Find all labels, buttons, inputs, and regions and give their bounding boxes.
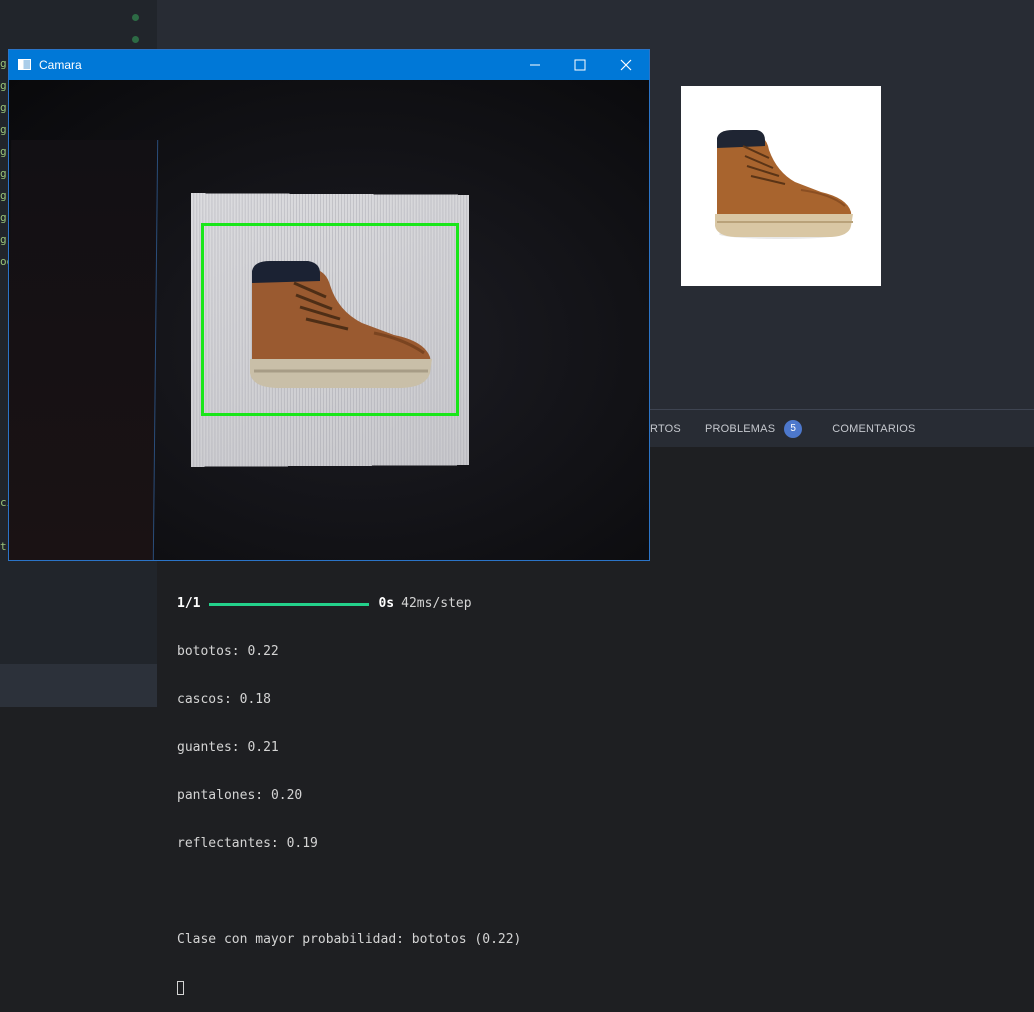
code-fragment: g bbox=[0, 167, 7, 180]
code-fragment: g bbox=[0, 79, 7, 92]
window-title: Camara bbox=[39, 58, 82, 72]
camera-window: Camara bbox=[8, 49, 650, 561]
prediction-line: pantalones: 0.20 bbox=[177, 788, 303, 803]
reflected-window bbox=[9, 140, 159, 560]
detection-bounding-box bbox=[201, 223, 459, 416]
camera-window-titlebar[interactable]: Camara bbox=[9, 50, 649, 80]
prediction-line: reflectantes: 0.19 bbox=[177, 836, 318, 851]
status-dot bbox=[132, 36, 139, 43]
camera-feed bbox=[9, 80, 649, 560]
code-fragment: g bbox=[0, 211, 7, 224]
code-fragment: g bbox=[0, 233, 7, 246]
panel-tab-bar: RTOS PROBLEMAS 5 COMENTARIOS bbox=[650, 418, 916, 440]
boot-preview-image bbox=[681, 86, 881, 286]
terminal-cursor bbox=[177, 980, 184, 995]
tab-ports[interactable]: RTOS bbox=[650, 423, 681, 435]
app-window-icon bbox=[18, 59, 31, 70]
tab-comments[interactable]: COMENTARIOS bbox=[832, 423, 915, 435]
code-fragment: t bbox=[0, 540, 7, 553]
progress-line: 1/1 0s 42ms/step bbox=[177, 596, 521, 612]
code-fragment: g bbox=[0, 145, 7, 158]
tab-problems-label: PROBLEMAS bbox=[704, 423, 776, 435]
minimize-icon[interactable] bbox=[512, 50, 558, 80]
progress-rate: 42ms/step bbox=[401, 596, 472, 611]
progress-bar bbox=[209, 602, 370, 606]
status-dot bbox=[132, 14, 139, 21]
terminal-output: 1/1 0s 42ms/step bototos: 0.22 cascos: 0… bbox=[177, 564, 521, 1012]
problems-count-badge: 5 bbox=[784, 420, 803, 438]
code-fragment: g bbox=[0, 101, 7, 114]
prediction-line: guantes: 0.21 bbox=[177, 740, 279, 755]
code-fragment: g bbox=[0, 189, 7, 202]
prediction-line: cascos: 0.18 bbox=[177, 692, 271, 707]
result-line: Clase con mayor probabilidad: bototos (0… bbox=[177, 932, 522, 947]
prediction-line: bototos: 0.22 bbox=[177, 644, 279, 659]
terminal-cursor-line[interactable] bbox=[177, 980, 521, 996]
maximize-icon[interactable] bbox=[557, 50, 603, 80]
tab-problems[interactable]: PROBLEMAS 5 bbox=[704, 420, 803, 438]
progress-time: 0s bbox=[378, 596, 395, 611]
code-fragment: g bbox=[0, 57, 7, 70]
code-fragment: g bbox=[0, 123, 7, 136]
ide-sidebar-footer bbox=[0, 664, 157, 707]
close-icon[interactable] bbox=[603, 50, 649, 80]
boot-image bbox=[715, 130, 853, 239]
progress-step: 1/1 bbox=[177, 596, 201, 611]
